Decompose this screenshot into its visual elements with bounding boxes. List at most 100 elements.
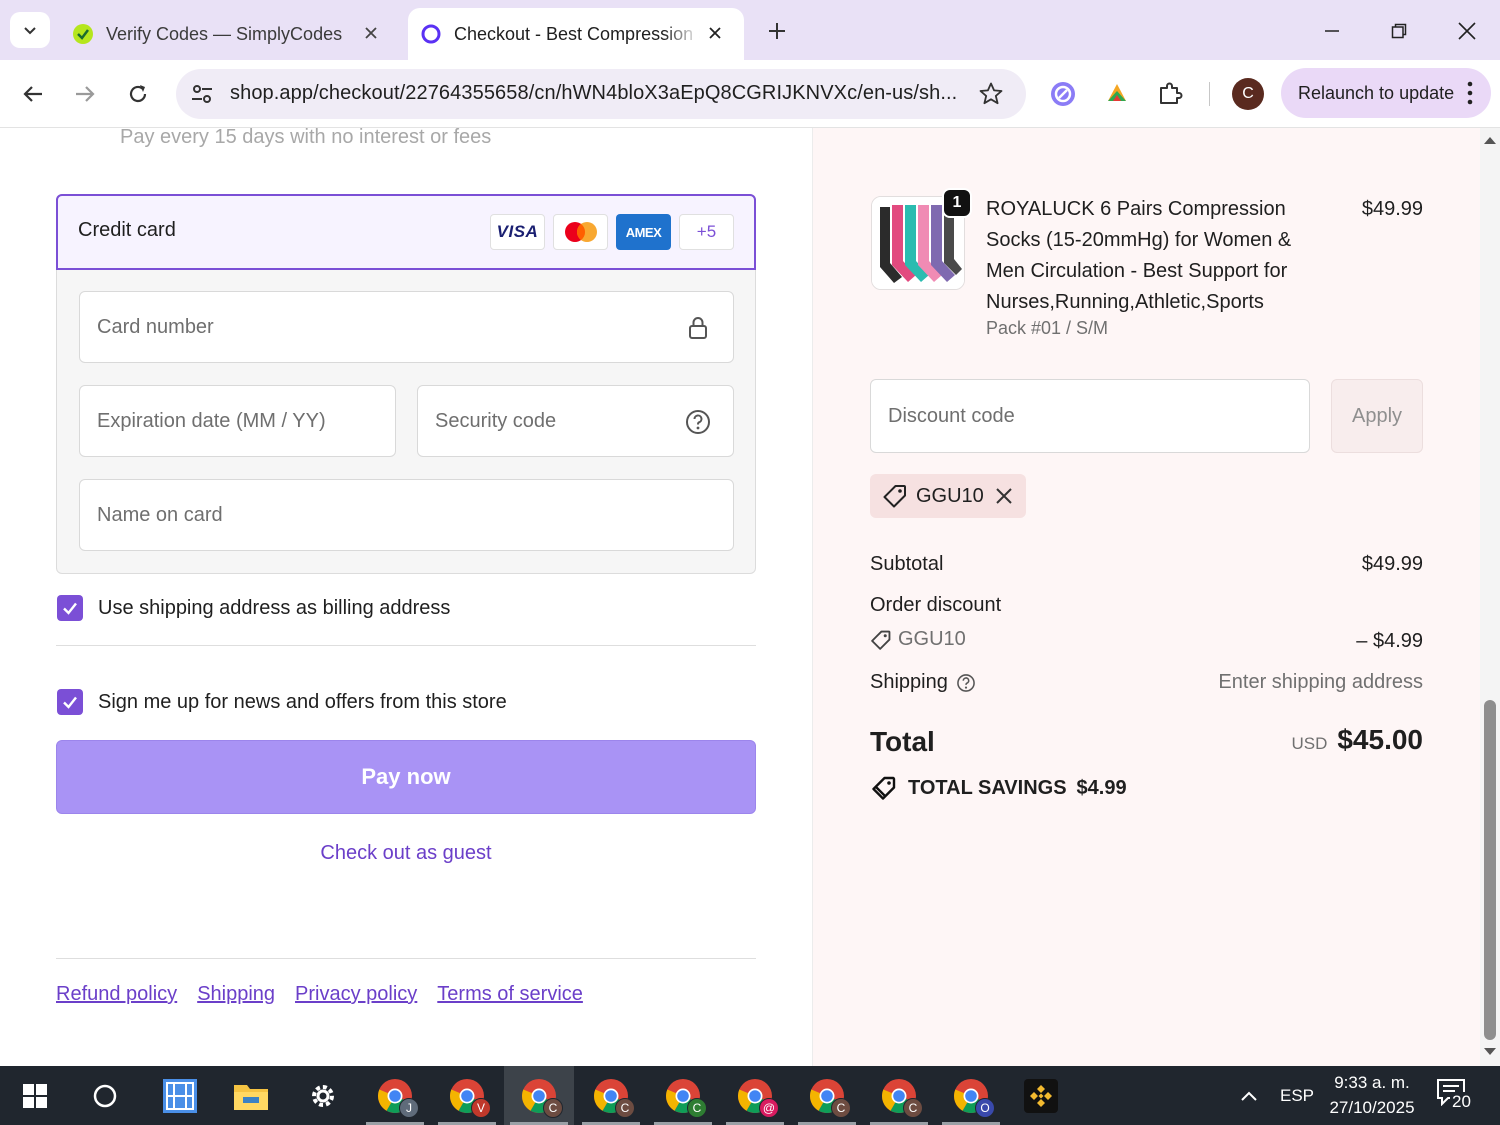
- bookmark-star-icon[interactable]: [978, 81, 1004, 107]
- shipping-policy-link[interactable]: Shipping: [197, 983, 275, 1006]
- chrome-window-3[interactable]: C: [504, 1066, 574, 1125]
- address-bar[interactable]: shop.app/checkout/22764355658/cn/hWN4blo…: [176, 69, 1026, 119]
- arrow-left-icon: [23, 86, 42, 102]
- browser-tab-strip: Verify Codes — SimplyCodes Checkout - Be…: [0, 0, 1500, 60]
- discount-code-input[interactable]: Discount code: [870, 379, 1310, 453]
- scroll-up-arrow-icon[interactable]: [1483, 134, 1497, 146]
- help-circle-icon[interactable]: [685, 409, 711, 435]
- close-tab-icon[interactable]: [704, 22, 726, 44]
- minimize-button[interactable]: [1317, 16, 1347, 46]
- plus-icon: [769, 23, 785, 39]
- chrome-window-4[interactable]: C: [576, 1066, 646, 1125]
- settings-app[interactable]: [288, 1066, 358, 1125]
- start-button[interactable]: [0, 1066, 70, 1125]
- chrome-window-5[interactable]: C: [648, 1066, 718, 1125]
- profile-avatar[interactable]: C: [1232, 78, 1264, 110]
- newsletter-label[interactable]: Sign me up for news and offers from this…: [98, 691, 507, 714]
- profile-badge: O: [975, 1097, 995, 1118]
- pay-now-button[interactable]: Pay now: [56, 740, 756, 814]
- card-number-input[interactable]: Card number: [79, 291, 734, 363]
- back-button[interactable]: [17, 78, 49, 110]
- page-scrollbar[interactable]: [1480, 128, 1500, 1066]
- profile-badge: J: [399, 1097, 419, 1118]
- expiration-placeholder: Expiration date (MM / YY): [97, 410, 326, 432]
- use-shipping-label[interactable]: Use shipping address as billing address: [98, 597, 450, 620]
- language-indicator[interactable]: ESP: [1280, 1066, 1314, 1125]
- search-circle-icon: [93, 1084, 117, 1107]
- more-brands-badge: +5: [679, 214, 734, 250]
- name-on-card-input[interactable]: Name on card: [79, 479, 734, 551]
- discount-code-text: GGU10: [898, 628, 966, 650]
- url-text[interactable]: shop.app/checkout/22764355658/cn/hWN4blo…: [230, 82, 960, 105]
- profile-badge: C: [687, 1097, 707, 1118]
- simplycodes-favicon-icon: [73, 24, 93, 44]
- credit-card-option[interactable]: Credit card VISA AMEX +5: [56, 194, 756, 270]
- reload-icon: [129, 85, 147, 103]
- tab-checkout[interactable]: Checkout - Best Compression Socks: [408, 8, 744, 60]
- new-tab-button[interactable]: [764, 18, 790, 44]
- extension-purple-icon[interactable]: [1048, 79, 1078, 109]
- file-explorer-app[interactable]: [216, 1066, 286, 1125]
- scroll-down-arrow-icon[interactable]: [1483, 1046, 1497, 1058]
- expiration-date-input[interactable]: Expiration date (MM / YY): [79, 385, 396, 457]
- scrollbar-thumb[interactable]: [1484, 700, 1496, 1040]
- extensions-puzzle-icon[interactable]: [1155, 79, 1185, 109]
- close-window-button[interactable]: [1452, 16, 1482, 46]
- chrome-icon: C: [665, 1078, 707, 1118]
- privacy-policy-link[interactable]: Privacy policy: [295, 983, 417, 1006]
- help-circle-icon[interactable]: [956, 673, 976, 693]
- refund-policy-link[interactable]: Refund policy: [56, 983, 177, 1006]
- restore-button[interactable]: [1384, 16, 1414, 46]
- restore-icon: [1391, 23, 1407, 39]
- relaunch-button[interactable]: Relaunch to update: [1281, 68, 1491, 118]
- chrome-window-7[interactable]: C: [792, 1066, 862, 1125]
- search-button[interactable]: [70, 1066, 140, 1125]
- tag-icon: [871, 630, 891, 650]
- discount-value: – $4.99: [1356, 630, 1423, 652]
- tag-icon: [883, 485, 906, 508]
- binance-app[interactable]: [1006, 1066, 1076, 1125]
- chrome-window-9[interactable]: O: [936, 1066, 1006, 1125]
- task-view-app[interactable]: [145, 1066, 215, 1125]
- close-tab-icon[interactable]: [360, 22, 382, 44]
- profile-badge: C: [831, 1097, 851, 1118]
- chrome-window-8[interactable]: C: [864, 1066, 934, 1125]
- terms-of-service-link[interactable]: Terms of service: [437, 983, 583, 1006]
- chrome-window-1[interactable]: J: [360, 1066, 430, 1125]
- tab-simplycodes[interactable]: Verify Codes — SimplyCodes: [60, 8, 400, 60]
- savings-tag-icon: [872, 776, 896, 800]
- apply-discount-button[interactable]: Apply: [1331, 379, 1423, 453]
- chrome-window-2[interactable]: V: [432, 1066, 502, 1125]
- chrome-icon: @: [737, 1078, 779, 1118]
- amex-logo: AMEX: [616, 214, 671, 250]
- check-out-as-guest-link[interactable]: Check out as guest: [0, 842, 812, 865]
- use-shipping-checkbox[interactable]: [57, 595, 83, 621]
- extension-colorful-icon[interactable]: [1102, 79, 1132, 109]
- notification-center-button[interactable]: 20: [1436, 1078, 1476, 1114]
- pay-installments-note: Pay every 15 days with no interest or fe…: [120, 128, 492, 148]
- shop-favicon-icon: [421, 24, 441, 44]
- checkmark-icon: [63, 696, 77, 709]
- show-hidden-icons-button[interactable]: [1238, 1066, 1260, 1125]
- total-label: Total: [870, 726, 935, 757]
- security-code-input[interactable]: Security code: [417, 385, 734, 457]
- arrow-right-icon: [76, 86, 95, 102]
- site-settings-icon[interactable]: [190, 82, 214, 106]
- chrome-window-6[interactable]: @: [720, 1066, 790, 1125]
- reload-button[interactable]: [122, 78, 154, 110]
- remove-code-icon[interactable]: [994, 486, 1014, 506]
- forward-button[interactable]: [69, 78, 101, 110]
- security-code-placeholder: Security code: [435, 410, 557, 432]
- chrome-icon: C: [809, 1078, 851, 1118]
- tab-search-button[interactable]: [10, 12, 50, 48]
- shipping-value: Enter shipping address: [1218, 671, 1423, 693]
- newsletter-checkbox[interactable]: [57, 689, 83, 715]
- system-clock[interactable]: 9:33 a. m. 27/10/2025: [1318, 1070, 1426, 1120]
- notification-count: 20: [1450, 1092, 1473, 1112]
- checkmark-icon: [63, 602, 77, 615]
- gear-icon: [312, 1084, 334, 1107]
- more-menu-icon[interactable]: [1463, 80, 1477, 106]
- profile-badge: V: [471, 1097, 491, 1118]
- chevron-down-icon: [24, 27, 36, 35]
- chrome-icon: O: [953, 1078, 995, 1118]
